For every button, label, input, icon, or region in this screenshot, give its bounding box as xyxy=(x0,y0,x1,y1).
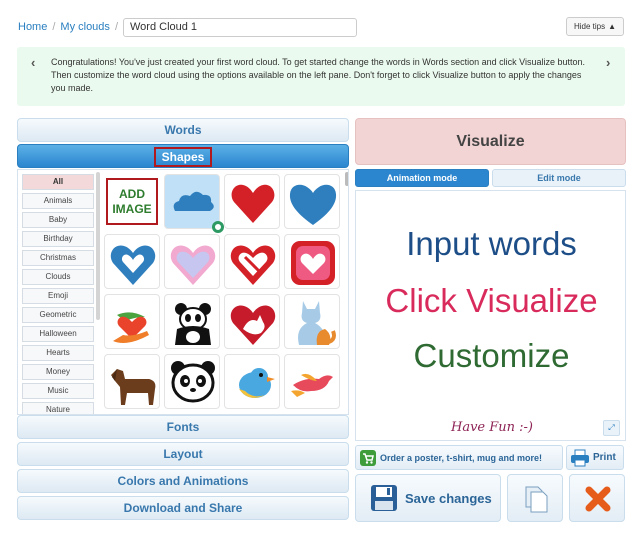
heart-shape-tile[interactable] xyxy=(224,294,280,349)
words-section-label: Words xyxy=(164,123,202,137)
category-birthday[interactable]: Birthday xyxy=(22,231,94,247)
panda-icon xyxy=(175,303,211,345)
category-all[interactable]: All xyxy=(22,174,94,190)
colors-section-label: Colors and Animations xyxy=(117,474,249,488)
cloud-word: Click Visualize xyxy=(385,282,598,319)
duplicate-button[interactable] xyxy=(507,474,563,522)
layout-section-label: Layout xyxy=(163,447,203,461)
panda-icon xyxy=(171,361,215,403)
tip-text: Congratulations! You've just created you… xyxy=(51,57,586,93)
heart-shape-tile[interactable] xyxy=(284,234,340,289)
category-nature[interactable]: Nature xyxy=(22,402,94,414)
breadcrumb-separator: / xyxy=(114,21,118,33)
delete-button[interactable] xyxy=(569,474,625,522)
breadcrumb-home-link[interactable]: Home xyxy=(18,21,47,33)
download-section-label: Download and Share xyxy=(123,501,243,515)
cloud-word: Input words xyxy=(406,225,577,262)
print-button[interactable]: Print xyxy=(566,445,624,470)
printer-icon xyxy=(571,449,589,466)
panda-shape-tile[interactable] xyxy=(164,294,220,349)
save-changes-button[interactable]: Save changes xyxy=(355,474,501,522)
fonts-section-label: Fonts xyxy=(166,420,200,434)
gear-icon[interactable] xyxy=(212,221,224,233)
colors-section-header[interactable]: Colors and Animations xyxy=(17,469,349,493)
heart-outline-icon xyxy=(170,245,216,285)
heart-shape-tile[interactable] xyxy=(104,234,160,289)
category-clouds[interactable]: Clouds xyxy=(22,269,94,285)
category-baby[interactable]: Baby xyxy=(22,212,94,228)
heart-icon xyxy=(289,184,337,225)
breadcrumb-separator: / xyxy=(52,21,56,33)
category-emoji[interactable]: Emoji xyxy=(22,288,94,304)
heart-shape-tile[interactable] xyxy=(224,174,280,229)
tab-edit-mode[interactable]: Edit mode xyxy=(492,169,626,187)
heart-cat-icon xyxy=(230,305,276,345)
dog-icon xyxy=(111,369,156,405)
category-hearts[interactable]: Hearts xyxy=(22,345,94,361)
cloud-icon xyxy=(173,191,214,211)
order-products-button[interactable]: Order a poster, t-shirt, mug and more! xyxy=(355,445,563,470)
hand-heart-shape-tile[interactable] xyxy=(104,294,160,349)
bird-icon xyxy=(291,373,333,397)
cloud-name-input[interactable] xyxy=(123,17,357,37)
tab-animation-mode[interactable]: Animation mode xyxy=(355,169,489,187)
category-music[interactable]: Music xyxy=(22,383,94,399)
category-halloween[interactable]: Halloween xyxy=(22,326,94,342)
tip-banner: ‹ Congratulations! You've just created y… xyxy=(17,47,625,106)
bird-shape-tile[interactable] xyxy=(284,354,340,409)
category-geometric[interactable]: Geometric xyxy=(22,307,94,323)
layout-section-header[interactable]: Layout xyxy=(17,442,349,466)
word-cloud-canvas[interactable]: Input words Click Visualize Customize Ha… xyxy=(355,190,626,441)
close-icon xyxy=(585,486,611,512)
cat-icon xyxy=(298,301,336,345)
category-christmas[interactable]: Christmas xyxy=(22,250,94,266)
tip-prev-arrow-icon[interactable]: ‹ xyxy=(31,56,35,69)
panda-shape-tile[interactable] xyxy=(164,354,220,409)
shape-category-list: All Animals Baby Birthday Christmas Clou… xyxy=(22,174,94,414)
heart-outline-icon xyxy=(110,245,156,285)
hand-heart-icon xyxy=(113,312,149,343)
heart-box-icon xyxy=(291,241,335,285)
category-scrollbar[interactable] xyxy=(96,172,100,320)
floppy-disk-icon xyxy=(371,485,397,511)
shapes-section-header[interactable]: Shapes xyxy=(17,144,349,168)
heart-icon xyxy=(231,184,275,223)
breadcrumb: Home / My clouds / xyxy=(18,17,357,37)
tip-next-arrow-icon[interactable]: › xyxy=(606,56,610,69)
print-label: Print xyxy=(593,452,616,463)
visualize-button[interactable]: Visualize xyxy=(355,118,626,165)
cloud-word: Customize xyxy=(413,337,570,374)
cloud-word: Have Fun :-) xyxy=(451,420,533,435)
order-icon xyxy=(360,449,376,466)
fullscreen-icon[interactable]: ⤢ xyxy=(603,420,620,436)
cloud-shape-tile[interactable] xyxy=(164,174,220,229)
category-animals[interactable]: Animals xyxy=(22,193,94,209)
hide-tips-label: Hide tips xyxy=(573,22,606,31)
bird-icon xyxy=(239,368,275,398)
dog-shape-tile[interactable] xyxy=(104,354,160,409)
heart-shape-tile[interactable] xyxy=(284,174,340,229)
add-image-button[interactable]: ADD IMAGE xyxy=(106,178,158,225)
cat-shape-tile[interactable] xyxy=(284,294,340,349)
breadcrumb-my-clouds-link[interactable]: My clouds xyxy=(60,21,110,33)
shape-grid-scrollbar[interactable] xyxy=(345,172,348,186)
shapes-section-label: Shapes xyxy=(153,147,213,167)
heart-shape-tile[interactable] xyxy=(224,234,280,289)
chevron-up-icon: ▲ xyxy=(608,22,617,31)
fonts-section-header[interactable]: Fonts xyxy=(17,415,349,439)
shapes-panel: All Animals Baby Birthday Christmas Clou… xyxy=(17,169,349,415)
download-section-header[interactable]: Download and Share xyxy=(17,496,349,520)
category-money[interactable]: Money xyxy=(22,364,94,380)
hide-tips-button[interactable]: Hide tips ▲ xyxy=(566,17,624,36)
copy-icon xyxy=(525,486,548,513)
word-cloud-app: Home / My clouds / Hide tips ▲ ‹ Congrat… xyxy=(0,0,640,550)
add-image-tile[interactable]: ADD IMAGE xyxy=(104,174,160,229)
words-section-header[interactable]: Words xyxy=(17,118,349,142)
bird-shape-tile[interactable] xyxy=(224,354,280,409)
save-changes-label: Save changes xyxy=(405,490,492,506)
heart-shape-tile[interactable] xyxy=(164,234,220,289)
heart-outline-icon xyxy=(230,245,276,285)
order-products-label: Order a poster, t-shirt, mug and more! xyxy=(380,452,543,463)
